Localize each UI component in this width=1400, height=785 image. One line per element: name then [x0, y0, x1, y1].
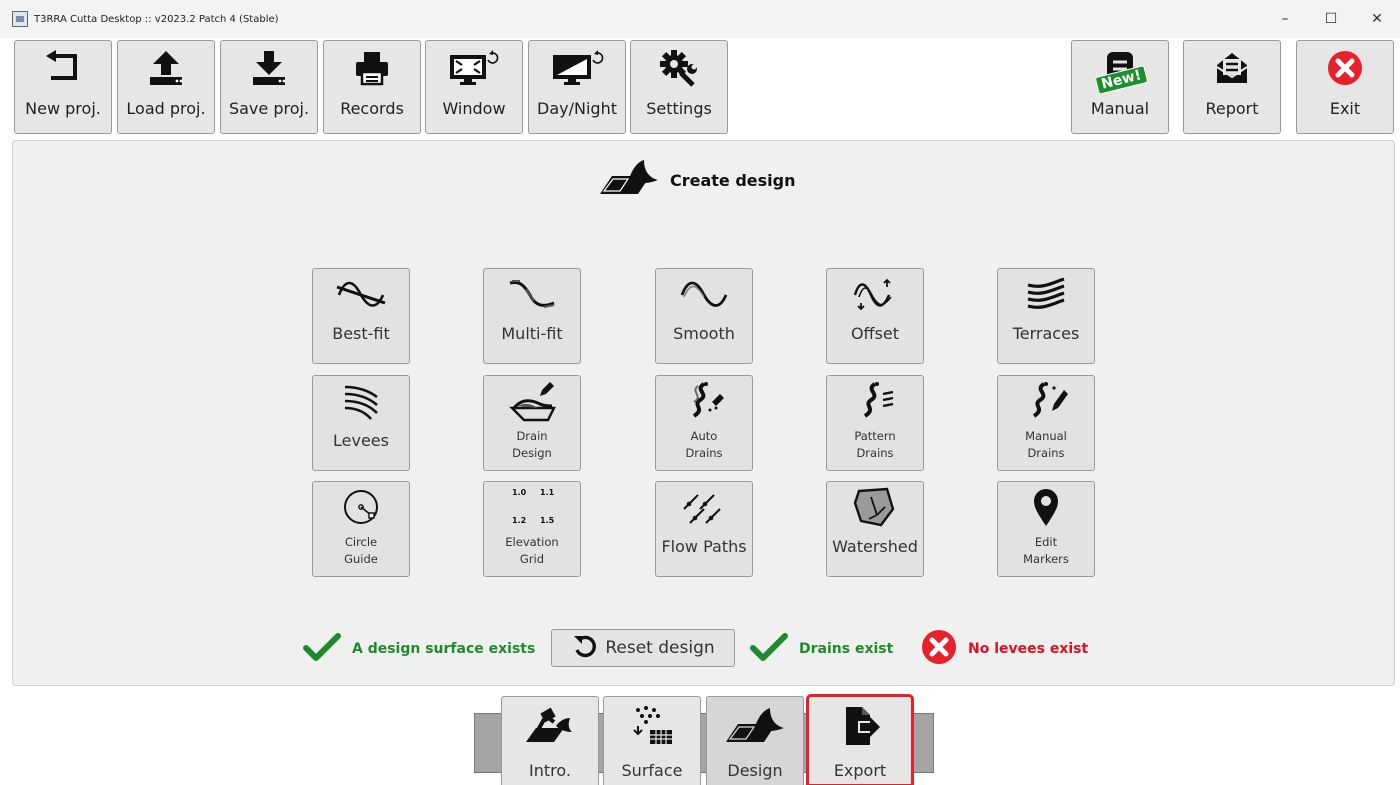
printer-icon: [324, 41, 420, 95]
manual-button[interactable]: New! Manual: [1071, 40, 1169, 134]
terraces-icon: [998, 269, 1094, 319]
levees-icon: [313, 376, 409, 426]
tool-multi-fit[interactable]: Multi-fit: [483, 268, 581, 364]
offset-icon: [827, 269, 923, 319]
window-button[interactable]: Window: [425, 40, 523, 134]
day-night-button[interactable]: Day/Night: [528, 40, 626, 134]
tool-watershed[interactable]: Watershed: [826, 481, 924, 577]
map-marker-icon: [998, 482, 1094, 532]
records-button[interactable]: Records: [323, 40, 421, 134]
drains-status: Drains exist: [749, 630, 893, 668]
error-icon: [920, 628, 958, 670]
app-icon: [12, 11, 28, 27]
tool-drain-design[interactable]: Drain Design: [483, 375, 581, 471]
new-project-button[interactable]: New proj.: [14, 40, 112, 134]
check-icon: [302, 632, 342, 666]
close-button[interactable]: ✕: [1354, 0, 1400, 38]
check-icon: [749, 632, 789, 666]
minimize-button[interactable]: –: [1262, 0, 1308, 38]
tab-surface[interactable]: Surface: [603, 696, 701, 785]
tool-circle-guide[interactable]: Circle Guide: [312, 481, 410, 577]
surface-status: A design surface exists: [302, 630, 535, 668]
undo-arrow-icon: [15, 41, 111, 95]
tool-smooth[interactable]: Smooth: [655, 268, 753, 364]
reset-design-button[interactable]: Reset design: [551, 629, 735, 667]
export-icon: [809, 701, 911, 751]
tool-edit-markers[interactable]: Edit Markers: [997, 481, 1095, 577]
monitor-toggle-icon: [529, 41, 625, 95]
auto-drains-icon: [656, 376, 752, 426]
circle-guide-icon: [313, 482, 409, 532]
reset-icon: [571, 632, 599, 664]
tab-export[interactable]: Export: [806, 694, 914, 785]
gear-wrench-icon: [631, 41, 727, 95]
best-fit-icon: [313, 269, 409, 319]
window-toggle-icon: [426, 41, 522, 95]
pattern-drains-icon: [827, 376, 923, 426]
design-icon: [707, 701, 803, 751]
panel-header: Create design: [598, 160, 796, 200]
save-project-button[interactable]: Save proj.: [220, 40, 318, 134]
tool-offset[interactable]: Offset: [826, 268, 924, 364]
manual-icon: New!: [1072, 41, 1168, 95]
title-bar: T3RRA Cutta Desktop :: v2023.2 Patch 4 (…: [0, 0, 1400, 38]
smooth-icon: [656, 269, 752, 319]
tool-terraces[interactable]: Terraces: [997, 268, 1095, 364]
drain-design-icon: [484, 376, 580, 426]
tool-pattern-drains[interactable]: Pattern Drains: [826, 375, 924, 471]
maximize-button[interactable]: ☐: [1308, 0, 1354, 38]
panel-title: Create design: [670, 170, 796, 190]
tool-auto-drains[interactable]: Auto Drains: [655, 375, 753, 471]
upload-icon: [118, 41, 214, 95]
flow-paths-icon: [656, 482, 752, 532]
tool-levees[interactable]: Levees: [312, 375, 410, 471]
window-title: T3RRA Cutta Desktop :: v2023.2 Patch 4 (…: [34, 13, 279, 25]
elevation-grid-icon: 1.0 1.1 1.2 1.5: [512, 488, 555, 525]
levees-status: No levees exist: [920, 630, 1088, 668]
report-button[interactable]: Report: [1183, 40, 1281, 134]
tool-manual-drains[interactable]: Manual Drains: [997, 375, 1095, 471]
download-icon: [221, 41, 317, 95]
intro-icon: [502, 701, 598, 751]
exit-button[interactable]: Exit: [1296, 40, 1394, 134]
exit-icon: [1297, 41, 1393, 95]
settings-button[interactable]: Settings: [630, 40, 728, 134]
tool-elevation-grid[interactable]: 1.0 1.1 1.2 1.5 Elevation Grid: [483, 481, 581, 577]
load-project-button[interactable]: Load proj.: [117, 40, 215, 134]
tool-flow-paths[interactable]: Flow Paths: [655, 481, 753, 577]
tab-intro[interactable]: Intro.: [501, 696, 599, 785]
surface-icon: [604, 701, 700, 751]
watershed-icon: [827, 482, 923, 532]
manual-drains-icon: [998, 376, 1094, 426]
multi-fit-icon: [484, 269, 580, 319]
tool-best-fit[interactable]: Best-fit: [312, 268, 410, 364]
window-controls: – ☐ ✕: [1262, 0, 1400, 38]
tab-design[interactable]: Design: [706, 696, 804, 785]
report-icon: [1184, 41, 1280, 95]
create-design-icon: [598, 158, 660, 202]
